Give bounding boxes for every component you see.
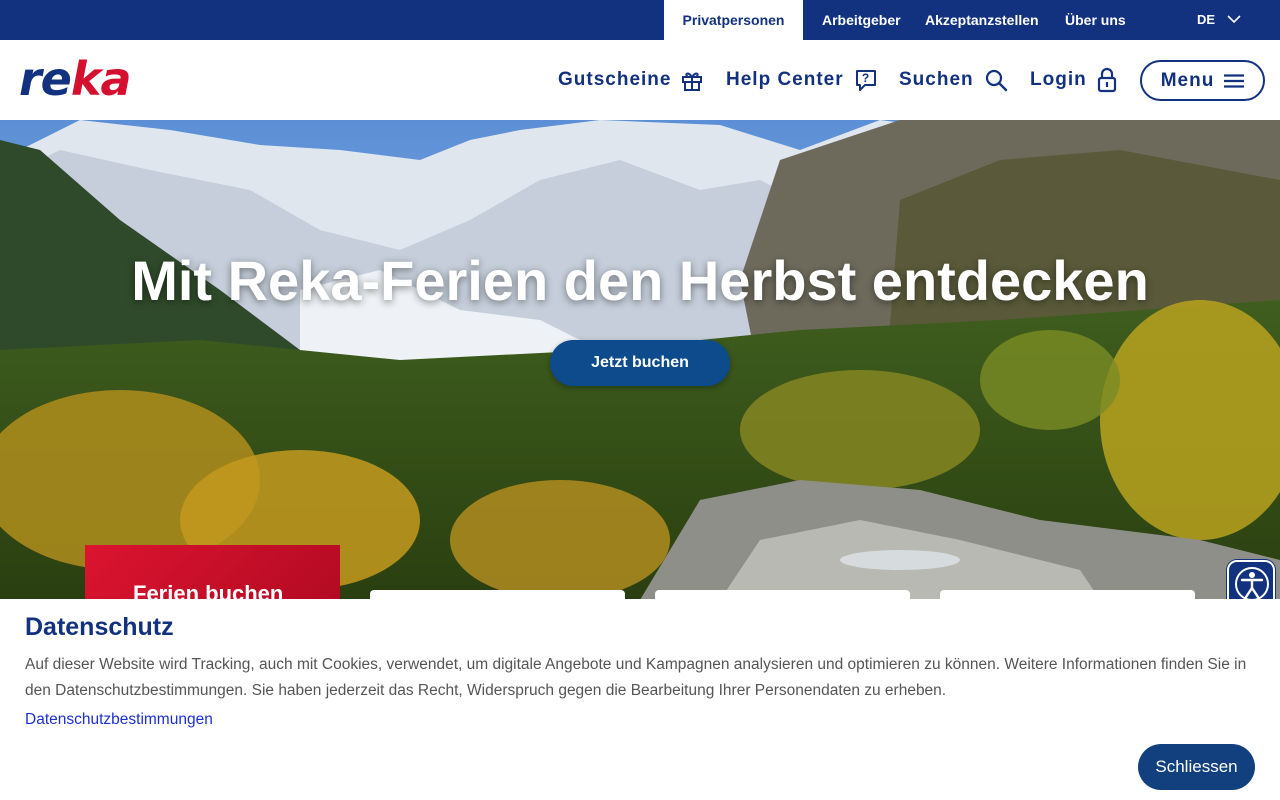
privacy-policy-link[interactable]: Datenschutzbestimmungen (25, 711, 213, 729)
nav-login-label: Login (1030, 69, 1087, 90)
privacy-banner: Datenschutz Auf dieser Website wird Trac… (0, 599, 1280, 800)
tab-akzeptanzstellen[interactable]: Akzeptanzstellen (925, 0, 1039, 40)
top-audience-bar: Privatpersonen Arbeitgeber Akzeptanzstel… (0, 0, 1280, 40)
menu-button[interactable]: Menu (1140, 60, 1265, 101)
tab-ueber-uns[interactable]: Über uns (1065, 0, 1126, 40)
language-selector[interactable]: DE (1197, 0, 1241, 40)
nav-login[interactable]: Login (1030, 40, 1117, 120)
hero-title: Mit Reka-Ferien den Herbst entdecken (131, 249, 1149, 312)
privacy-text: Auf dieser Website wird Tracking, auch m… (25, 656, 1247, 699)
tab-arbeitgeber[interactable]: Arbeitgeber (822, 0, 901, 40)
tab-privatpersonen[interactable]: Privatpersonen (664, 0, 803, 40)
nav-gutscheine[interactable]: Gutscheine (558, 40, 703, 120)
gift-icon (682, 72, 703, 91)
svg-text:?: ? (861, 71, 869, 85)
nav-suchen-label: Suchen (899, 69, 974, 90)
jetzt-buchen-button[interactable]: Jetzt buchen (550, 340, 730, 386)
close-button[interactable]: Schliessen (1138, 744, 1255, 790)
hamburger-icon (1224, 73, 1245, 88)
nav-help-center-label: Help Center (726, 69, 844, 90)
privacy-title: Datenschutz (25, 613, 174, 641)
chevron-down-icon (1227, 15, 1241, 24)
lock-icon (1097, 67, 1116, 93)
reka-logo[interactable]: reka (19, 54, 132, 104)
nav-gutscheine-label: Gutscheine (558, 69, 672, 90)
main-header: reka Gutscheine Help Center ? Suchen Log… (0, 40, 1280, 120)
nav-suchen[interactable]: Suchen (899, 40, 1008, 120)
help-bubble-icon: ? (855, 70, 876, 91)
language-label: DE (1197, 12, 1216, 27)
menu-label: Menu (1160, 69, 1215, 91)
search-icon (985, 69, 1007, 92)
nav-help-center[interactable]: Help Center ? (726, 40, 878, 120)
hero-banner: Mit Reka-Ferien den Herbst entdecken Jet… (0, 120, 1280, 600)
